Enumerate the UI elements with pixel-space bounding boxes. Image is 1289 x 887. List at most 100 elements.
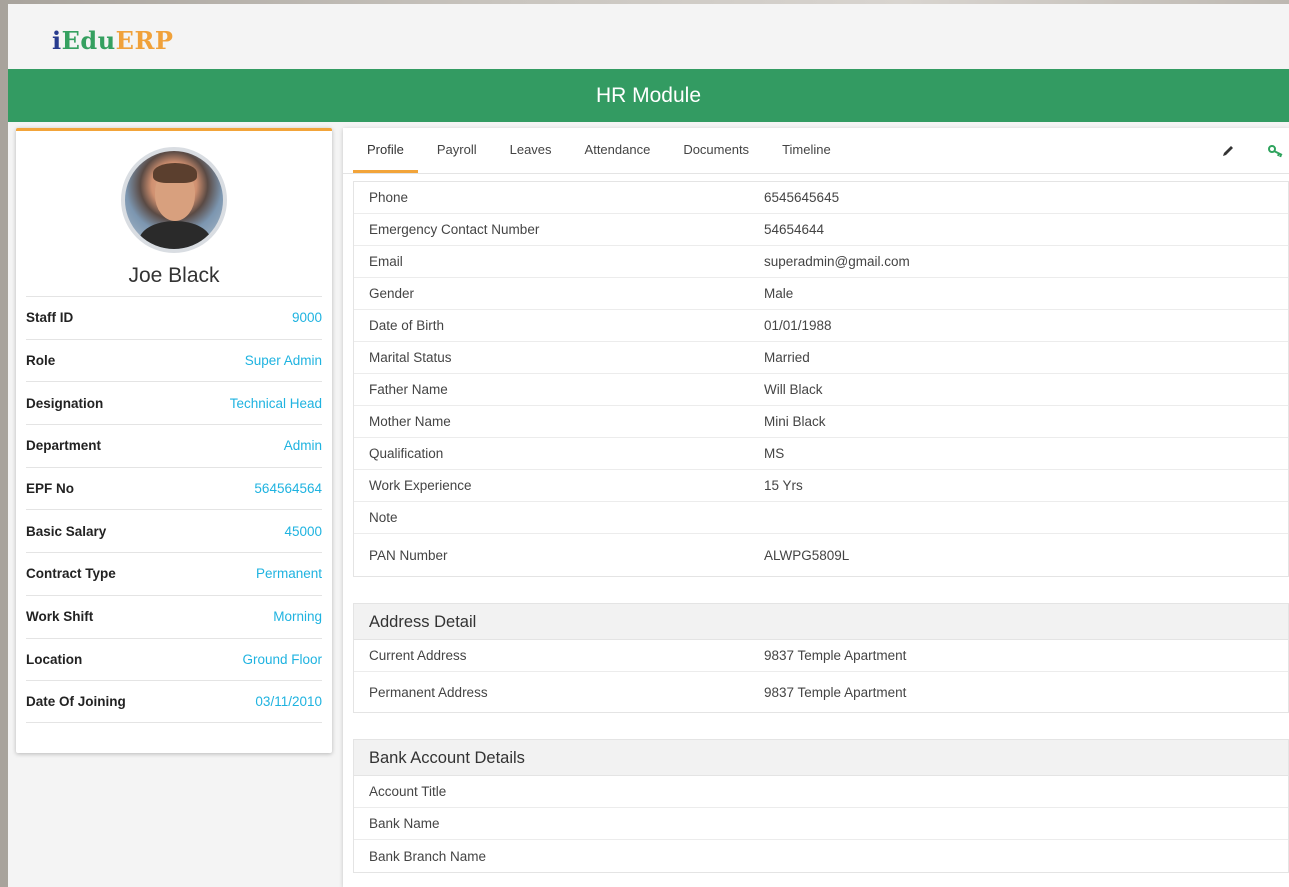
detail-value: 9837 Temple Apartment bbox=[764, 684, 907, 700]
info-value: 9000 bbox=[291, 310, 322, 326]
detail-value: Male bbox=[764, 286, 794, 301]
info-label: Department bbox=[26, 438, 102, 454]
detail-label: Bank Name bbox=[369, 816, 440, 831]
info-row-contract-type: Contract Type Permanent bbox=[26, 552, 322, 595]
detail-value: Will Black bbox=[764, 382, 823, 397]
info-label: Work Shift bbox=[26, 609, 94, 625]
info-row-location: Location Ground Floor bbox=[26, 637, 322, 681]
info-value: Technical Head bbox=[229, 395, 322, 411]
section-title: Bank Account Details bbox=[354, 740, 1288, 776]
info-row-basic-salary: Basic Salary 45000 bbox=[26, 509, 322, 552]
detail-label: Bank Branch Name bbox=[369, 848, 487, 864]
detail-value: 15 Yrs bbox=[764, 478, 803, 493]
detail-label: Emergency Contact Number bbox=[369, 222, 540, 237]
detail-value: Married bbox=[764, 350, 810, 365]
tab-bar: Profile Payroll Leaves Attendance Docume… bbox=[343, 128, 1289, 174]
staff-name: Joe Black bbox=[128, 264, 220, 287]
main-panel: Profile Payroll Leaves Attendance Docume… bbox=[343, 128, 1289, 887]
info-value: 45000 bbox=[284, 523, 322, 539]
detail-label: Current Address bbox=[369, 648, 467, 663]
logo-part-edu: Edu bbox=[61, 26, 116, 55]
info-label: Basic Salary bbox=[26, 523, 107, 539]
detail-value: superadmin@gmail.com bbox=[764, 254, 910, 269]
detail-row: Gender Male bbox=[354, 278, 1288, 310]
personal-details: Phone 6545645645 Emergency Contact Number… bbox=[353, 181, 1289, 577]
detail-row: Current Address 9837 Temple Apartment bbox=[354, 640, 1288, 672]
detail-label: Email bbox=[369, 254, 403, 269]
info-value: Morning bbox=[273, 609, 322, 625]
info-label: EPF No bbox=[26, 481, 75, 497]
info-row-designation: Designation Technical Head bbox=[26, 381, 322, 424]
bank-section: Bank Account Details Account Title Bank … bbox=[353, 739, 1289, 873]
info-value: Admin bbox=[283, 438, 322, 454]
detail-row: Marital Status Married bbox=[354, 342, 1288, 374]
detail-value: MS bbox=[764, 446, 785, 461]
detail-row: Permanent Address 9837 Temple Apartment bbox=[354, 672, 1288, 712]
tab-payroll[interactable]: Payroll bbox=[423, 128, 491, 173]
info-row-date-of-joining: Date Of Joining 03/11/2010 bbox=[26, 680, 322, 723]
detail-label: Marital Status bbox=[369, 350, 452, 365]
module-banner: HR Module bbox=[8, 69, 1289, 122]
detail-label: Permanent Address bbox=[369, 684, 488, 700]
detail-row: Work Experience 15 Yrs bbox=[354, 470, 1288, 502]
avatar bbox=[121, 147, 227, 253]
logo[interactable]: iEduERP bbox=[52, 26, 173, 55]
detail-value: Mini Black bbox=[764, 414, 826, 429]
detail-label: PAN Number bbox=[369, 547, 448, 563]
detail-row: Father Name Will Black bbox=[354, 374, 1288, 406]
detail-row: Email superadmin@gmail.com bbox=[354, 246, 1288, 278]
logo-part-i: i bbox=[52, 26, 62, 55]
detail-label: Qualification bbox=[369, 446, 444, 461]
detail-value: ALWPG5809L bbox=[764, 547, 850, 563]
info-value: Permanent bbox=[255, 566, 322, 582]
address-section: Address Detail Current Address 9837 Templ… bbox=[353, 603, 1289, 713]
app-window: iEduERP HR Module Joe Black Staff ID 9000… bbox=[8, 4, 1289, 887]
info-label: Contract Type bbox=[26, 566, 116, 582]
detail-row: Bank Branch Name bbox=[354, 840, 1288, 872]
tab-tools bbox=[1185, 128, 1289, 174]
detail-label: Date of Birth bbox=[369, 318, 445, 333]
detail-label: Account Title bbox=[369, 784, 447, 799]
info-row-work-shift: Work Shift Morning bbox=[26, 594, 322, 638]
detail-row: Qualification MS bbox=[354, 438, 1288, 470]
detail-label: Note bbox=[369, 510, 398, 525]
tab-leaves[interactable]: Leaves bbox=[496, 128, 566, 173]
info-row-epf-no: EPF No 564564564 bbox=[26, 466, 322, 510]
key-icon[interactable] bbox=[1263, 138, 1289, 164]
profile-content: Phone 6545645645 Emergency Contact Number… bbox=[353, 181, 1289, 873]
detail-label: Work Experience bbox=[369, 478, 472, 493]
detail-row: Mother Name Mini Black bbox=[354, 406, 1288, 438]
info-row-department: Department Admin bbox=[26, 424, 322, 467]
detail-label: Father Name bbox=[369, 382, 448, 397]
detail-label: Phone bbox=[369, 190, 409, 205]
info-label: Role bbox=[26, 353, 56, 369]
info-label: Location bbox=[26, 651, 83, 667]
pencil-icon[interactable] bbox=[1215, 138, 1241, 164]
info-value: 03/11/2010 bbox=[255, 694, 322, 710]
info-label: Date Of Joining bbox=[26, 694, 126, 710]
detail-label: Gender bbox=[369, 286, 415, 301]
detail-row: Phone 6545645645 bbox=[354, 182, 1288, 214]
info-row-staff-id: Staff ID 9000 bbox=[26, 296, 322, 339]
detail-row: Emergency Contact Number 54654644 bbox=[354, 214, 1288, 246]
info-row-role: Role Super Admin bbox=[26, 338, 322, 382]
section-title: Address Detail bbox=[354, 604, 1288, 640]
detail-value: 54654644 bbox=[764, 222, 825, 237]
info-label: Designation bbox=[26, 395, 104, 411]
detail-label: Mother Name bbox=[369, 414, 451, 429]
detail-value: 6545645645 bbox=[764, 190, 840, 205]
detail-row: Date of Birth 01/01/1988 bbox=[354, 310, 1288, 342]
detail-value: 01/01/1988 bbox=[764, 318, 832, 333]
logo-part-erp: ERP bbox=[115, 26, 174, 55]
info-label: Staff ID bbox=[26, 310, 74, 326]
tab-profile[interactable]: Profile bbox=[353, 128, 418, 173]
tab-timeline[interactable]: Timeline bbox=[768, 128, 845, 173]
info-value: Ground Floor bbox=[242, 651, 322, 667]
detail-row: Note bbox=[354, 502, 1288, 534]
detail-row: Account Title bbox=[354, 776, 1288, 808]
detail-value: 9837 Temple Apartment bbox=[764, 648, 907, 663]
info-value: Super Admin bbox=[244, 353, 322, 369]
tab-attendance[interactable]: Attendance bbox=[571, 128, 665, 173]
tab-documents[interactable]: Documents bbox=[669, 128, 763, 173]
header: iEduERP bbox=[8, 4, 1289, 69]
